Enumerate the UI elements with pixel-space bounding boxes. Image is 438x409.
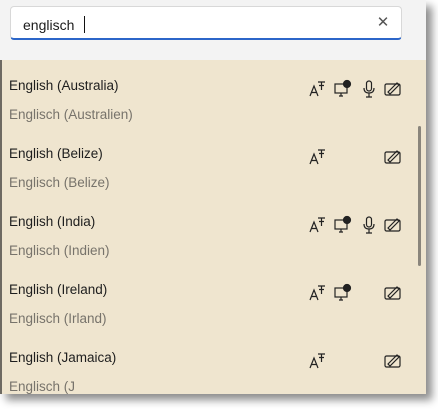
handwriting-icon	[383, 147, 403, 167]
language-local-name: Englisch (J	[9, 379, 76, 394]
font-icon	[308, 215, 328, 235]
language-name: English (Belize)	[9, 146, 103, 161]
search-area: ✕	[0, 0, 426, 60]
language-item-english-jamaica[interactable]: English (Jamaica) Englisch (J	[2, 338, 416, 394]
language-name: English (Jamaica)	[9, 350, 117, 365]
language-list: English (Australia) Englisch (Australien…	[2, 66, 416, 394]
handwriting-icon	[383, 351, 403, 371]
handwriting-icon	[383, 215, 403, 235]
text-caret	[84, 16, 85, 33]
language-picker-panel: ✕ English (Australia) Englisch (Australi…	[0, 0, 426, 394]
search-box[interactable]: ✕	[10, 6, 402, 40]
language-name: English (Australia)	[9, 78, 119, 93]
language-item-english-india[interactable]: English (India) Englisch (Indien)	[2, 202, 416, 270]
language-item-english-australia[interactable]: English (Australia) Englisch (Australien…	[2, 66, 416, 134]
language-item-english-ireland[interactable]: English (Ireland) Englisch (Irland)	[2, 270, 416, 338]
handwriting-icon	[383, 79, 403, 99]
scrollbar[interactable]	[416, 66, 424, 394]
font-icon	[308, 79, 328, 99]
handwriting-icon	[383, 283, 403, 303]
screen-icon	[333, 215, 353, 235]
font-icon	[308, 351, 328, 371]
screen-icon	[333, 79, 353, 99]
mic-icon	[359, 79, 379, 99]
language-name: English (India)	[9, 214, 96, 229]
font-icon	[308, 147, 328, 167]
language-local-name: Englisch (Belize)	[9, 175, 110, 190]
font-icon	[308, 283, 328, 303]
language-local-name: Englisch (Indien)	[9, 243, 110, 258]
search-input[interactable]	[21, 13, 365, 37]
language-name: English (Ireland)	[9, 282, 108, 297]
language-item-english-belize[interactable]: English (Belize) Englisch (Belize)	[2, 134, 416, 202]
mic-icon	[359, 215, 379, 235]
language-local-name: Englisch (Irland)	[9, 311, 107, 326]
scroll-thumb[interactable]	[418, 126, 421, 266]
language-local-name: Englisch (Australien)	[9, 107, 133, 122]
clear-search-button[interactable]: ✕	[373, 13, 393, 33]
screen-icon	[333, 283, 353, 303]
